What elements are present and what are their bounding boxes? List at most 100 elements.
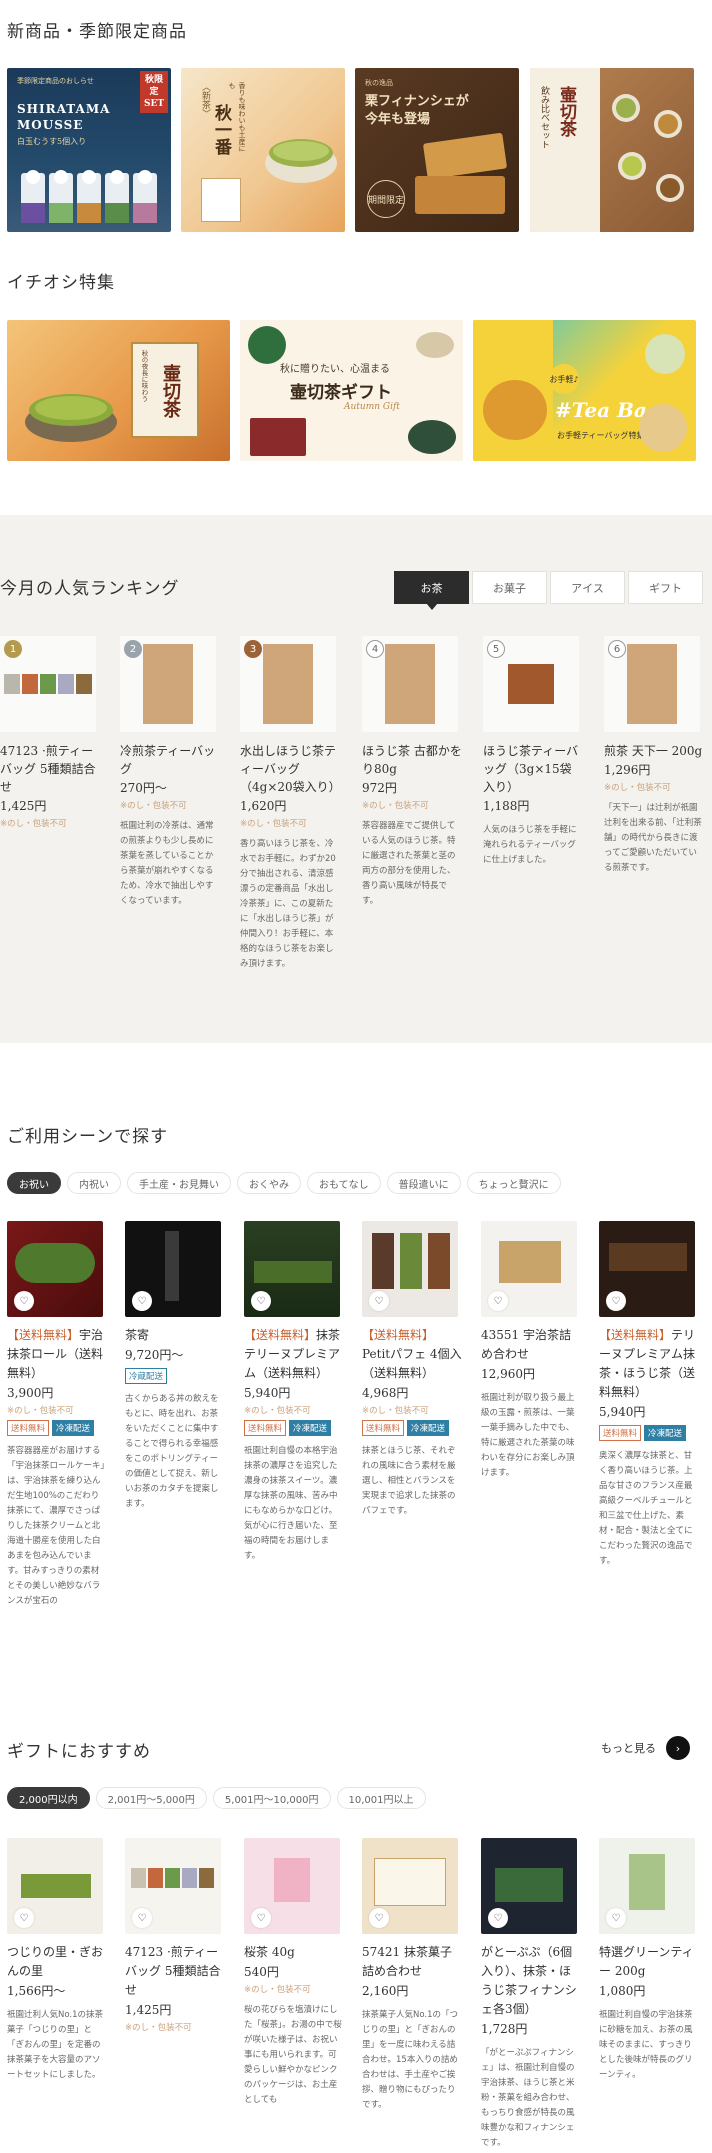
scene-product[interactable]: ♡ 【送料無料】宇治抹茶ロール（送料無料） 3,900円 ※のし・包装不可 送料… (7, 1221, 107, 1609)
heart-icon[interactable]: ♡ (488, 1908, 508, 1928)
mousse-cups-illustration (21, 170, 157, 223)
product-name[interactable]: 茶寄 (125, 1326, 225, 1345)
tab-ice[interactable]: アイス (550, 571, 625, 604)
ranking-item[interactable]: 1 47123 ·煎ティーバッグ 5種類詰合せ 1,425円 ※のし・包装不可 (0, 636, 100, 829)
scene-tab-celebration[interactable]: お祝い (7, 1172, 61, 1194)
heart-icon[interactable]: ♡ (251, 1291, 271, 1311)
product-price: 9,720円〜 (125, 1348, 184, 1362)
ranking-item[interactable]: 6 煎茶 天下一 200g 1,296円 ※のし・包装不可 「天下一」は辻利が祇… (604, 636, 704, 876)
scene-tab-return-gift[interactable]: 内祝い (67, 1172, 121, 1194)
gift-product[interactable]: ♡ 特選グリーンティー 200g 1,080円 祇園辻利自慢の宇治抹茶に砂糖を加… (599, 1838, 699, 2083)
product-price: 972円 (362, 781, 397, 795)
gift-product[interactable]: ♡ 47123 ·煎ティーバッグ 5種類詰合せ 1,425円 ※のし・包装不可 (125, 1838, 225, 2033)
product-description: 祇園辻利自慢の宇治抹茶に砂糖を加え、お茶の風味そのままに、すっきりとした後味が特… (599, 2010, 693, 2080)
tab-tea[interactable]: お茶 (394, 571, 469, 610)
product-name[interactable]: 57421 抹茶菓子詰め合わせ (362, 1943, 462, 1981)
product-name[interactable]: 特選グリーンティー 200g (599, 1943, 699, 1981)
product-image: 3 (240, 636, 336, 732)
product-image: 6 (604, 636, 700, 732)
price-tab-over-10001[interactable]: 10,001円以上 (336, 1787, 426, 1809)
scene-product[interactable]: ♡ 【送料無料】抹茶テリーヌプレミアム（送料無料） 5,940円 ※のし・包装不… (244, 1221, 344, 1564)
product-name[interactable]: ほうじ茶 古都かをり80g (362, 742, 462, 778)
tab-gift[interactable]: ギフト (628, 571, 703, 604)
product-name[interactable]: 【送料無料】宇治抹茶ロール（送料無料） (7, 1326, 107, 1383)
scene-product[interactable]: ♡ 茶寄 9,720円〜 冷蔵配送 古くからある丼の飲えをもとに、時を出れ、お茶… (125, 1221, 225, 1512)
price-tab-2001-5000[interactable]: 2,001円〜5,000円 (95, 1787, 207, 1809)
scene-product[interactable]: ♡ 【送料無料】 Petitパフェ 4個入（送料無料） 4,968円 ※のし・包装… (362, 1221, 462, 1519)
scene-product[interactable]: ♡ 43551 宇治茶詰め合わせ 12,960円 祇園辻利が取り扱う最上級の玉露… (481, 1221, 581, 1481)
price-tab-under-2000[interactable]: 2,000円以内 (7, 1787, 90, 1809)
scene-tab-hospitality[interactable]: おもてなし (307, 1172, 381, 1194)
product-name[interactable]: つじりの里・ぎおんの里 (7, 1943, 107, 1981)
ranking-item[interactable]: 2 冷煎茶ティーバッグ 270円〜 ※のし・包装不可 祇園辻利の冷茶は、通常の煎… (120, 636, 220, 909)
scene-tab-souvenir[interactable]: 手土産・お見舞い (127, 1172, 231, 1194)
heart-icon[interactable]: ♡ (14, 1908, 34, 1928)
product-name[interactable]: 桜茶 40g (244, 1943, 344, 1962)
heart-icon[interactable]: ♡ (606, 1908, 626, 1928)
featured-autumn-gift-banner[interactable]: 秋に贈りたい、心温まる 壷切茶ギフト Autumn Gift (240, 320, 463, 461)
product-description: 「がとーぷぷフィナンシェ」は、祇園辻利自慢の宇治抹茶、ほうじ茶と米粉・茶菓を組み… (481, 2048, 575, 2148)
ranking-item[interactable]: 4 ほうじ茶 古都かをり80g 972円 ※のし・包装不可 茶容器器産でご提供し… (362, 636, 462, 909)
gift-product[interactable]: ♡ 57421 抹茶菓子詰め合わせ 2,160円 抹茶菓子人気No.1の「つじり… (362, 1838, 462, 2113)
heart-icon[interactable]: ♡ (251, 1908, 271, 1928)
new-item-aki-ichiban-banner[interactable]: 香りも味わいも土産にも 〈新茶〉 秋一番 (181, 68, 345, 232)
heart-icon[interactable]: ♡ (606, 1291, 626, 1311)
bottle-illustration (165, 1231, 179, 1301)
scene-product[interactable]: ♡ 【送料無料】テリーヌプレミアム抹茶・ほうじ茶（送料無料） 5,940円 送料… (599, 1221, 699, 1569)
product-name[interactable]: 煎茶 天下一 200g (604, 742, 704, 760)
gift-product[interactable]: ♡ がとーぷぷ（6個入り）、抹茶・ほうじ茶フィナンシェ各3個） 1,728円 「… (481, 1838, 581, 2151)
ranking-item[interactable]: 3 水出しほうじ茶ティーバッグ（4g×20袋入り） 1,620円 ※のし・包装不… (240, 636, 341, 972)
banner-line: 秋の夜長に味わう (140, 350, 148, 402)
gift-product[interactable]: ♡ 桜茶 40g 540円 ※のし・包装不可 桜の花びらを塩漬けにした「桜茶」。… (244, 1838, 344, 2108)
product-name[interactable]: 【送料無料】抹茶テリーヌプレミアム（送料無料） (244, 1326, 344, 1383)
product-price: 540円 (244, 1965, 279, 1979)
ranking-item[interactable]: 5 ほうじ茶ティーバッグ（3g×15袋入り） 1,188円 人気のほうじ茶を手軽… (483, 636, 583, 868)
product-image: ♡ (362, 1838, 458, 1934)
price-tab-5001-10000[interactable]: 5,001円〜10,000円 (212, 1787, 331, 1809)
heart-icon[interactable]: ♡ (369, 1908, 389, 1928)
heart-icon[interactable]: ♡ (132, 1291, 152, 1311)
featured-tea-bag-banner[interactable]: お手軽♪ #Tea Bag お手軽ティーバッグ特集 (473, 320, 696, 461)
gift-box-illustration (250, 418, 306, 456)
tab-sweets[interactable]: お菓子 (472, 571, 547, 604)
new-item-shiratama-banner[interactable]: 季節限定商品のおしらせ 秋限定SET SHIRATAMA MOUSSE 白玉むう… (7, 68, 171, 232)
product-price: 12,960円 (481, 1367, 535, 1381)
product-price: 1,566円〜 (7, 1984, 66, 1998)
tea-package (201, 178, 241, 222)
product-name[interactable]: 水出しほうじ茶ティーバッグ（4g×20袋入り） (240, 742, 341, 796)
financier-illustration (415, 176, 505, 214)
new-item-financier-banner[interactable]: 秋の逸品 栗フィナンシェが 今年も登場 期間限定 (355, 68, 519, 232)
product-name[interactable]: 【送料無料】テリーヌプレミアム抹茶・ほうじ茶（送料無料） (599, 1326, 699, 1402)
teacup-illustration (265, 139, 337, 183)
banner-line: 今年も登場 (365, 112, 431, 127)
frozen-delivery-tag: 冷凍配送 (289, 1420, 332, 1436)
tea-glass-illustration (483, 380, 547, 440)
product-tags: 送料無料 冷凍配送 (244, 1420, 344, 1436)
new-item-tsubokiri-set-banner[interactable]: 壷切茶 飲み比べセット (530, 68, 694, 232)
scene-tab-everyday[interactable]: 普段遣いに (386, 1172, 461, 1194)
rank-badge: 6 (608, 640, 626, 658)
scene-tab-condolence[interactable]: おくやみ (237, 1172, 301, 1194)
product-name[interactable]: 冷煎茶ティーバッグ (120, 742, 220, 778)
product-note: ※のし・包装不可 (7, 1406, 74, 1416)
product-name[interactable]: ほうじ茶ティーバッグ（3g×15袋入り） (483, 742, 583, 796)
product-name[interactable]: 【送料無料】 Petitパフェ 4個入（送料無料） (362, 1326, 462, 1383)
heart-icon[interactable]: ♡ (14, 1291, 34, 1311)
gift-product[interactable]: ♡ つじりの里・ぎおんの里 1,566円〜 祇園辻利人気No.1の抹茶菓子「つじ… (7, 1838, 107, 2083)
product-description: 古くからある丼の飲えをもとに、時を出れ、お茶をいただくことに集中することで得られ… (125, 1394, 219, 1509)
parfait-illustration (400, 1233, 422, 1289)
rank-badge: 4 (366, 640, 384, 658)
product-name[interactable]: 47123 ·煎ティーバッグ 5種類詰合せ (0, 742, 100, 796)
more-link[interactable]: もっと見る › (601, 1736, 690, 1760)
scene-tab-luxury[interactable]: ちょっと贅沢に (466, 1172, 561, 1194)
product-name[interactable]: がとーぷぷ（6個入り）、抹茶・ほうじ茶フィナンシェ各3個） (481, 1943, 581, 2019)
product-name[interactable]: 43551 宇治茶詰め合わせ (481, 1326, 581, 1364)
heart-icon[interactable]: ♡ (369, 1291, 389, 1311)
heart-icon[interactable]: ♡ (132, 1908, 152, 1928)
heart-icon[interactable]: ♡ (488, 1291, 508, 1311)
teacup-illustration (25, 394, 117, 442)
featured-tsubokiri-banner[interactable]: 壷切茶 秋の夜長に味わう (7, 320, 230, 461)
frozen-delivery-tag: 冷凍配送 (644, 1425, 687, 1441)
product-note: ※のし・包装不可 (125, 2023, 192, 2033)
product-name[interactable]: 47123 ·煎ティーバッグ 5種類詰合せ (125, 1943, 225, 2000)
